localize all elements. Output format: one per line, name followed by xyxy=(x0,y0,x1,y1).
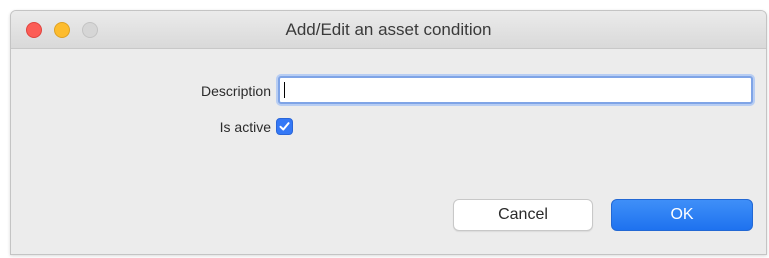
text-cursor xyxy=(284,82,285,98)
ok-button[interactable]: OK xyxy=(611,199,753,231)
description-input[interactable] xyxy=(278,76,753,104)
window-title: Add/Edit an asset condition xyxy=(285,20,492,39)
dialog-window: Add/Edit an asset condition Description … xyxy=(10,10,767,255)
cancel-button[interactable]: Cancel xyxy=(453,199,593,231)
title-bar[interactable]: Add/Edit an asset condition xyxy=(11,11,766,49)
is-active-checkbox[interactable] xyxy=(276,118,293,135)
checkmark-icon xyxy=(279,122,290,131)
description-label: Description xyxy=(200,83,271,99)
is-active-label: Is active xyxy=(219,119,271,135)
